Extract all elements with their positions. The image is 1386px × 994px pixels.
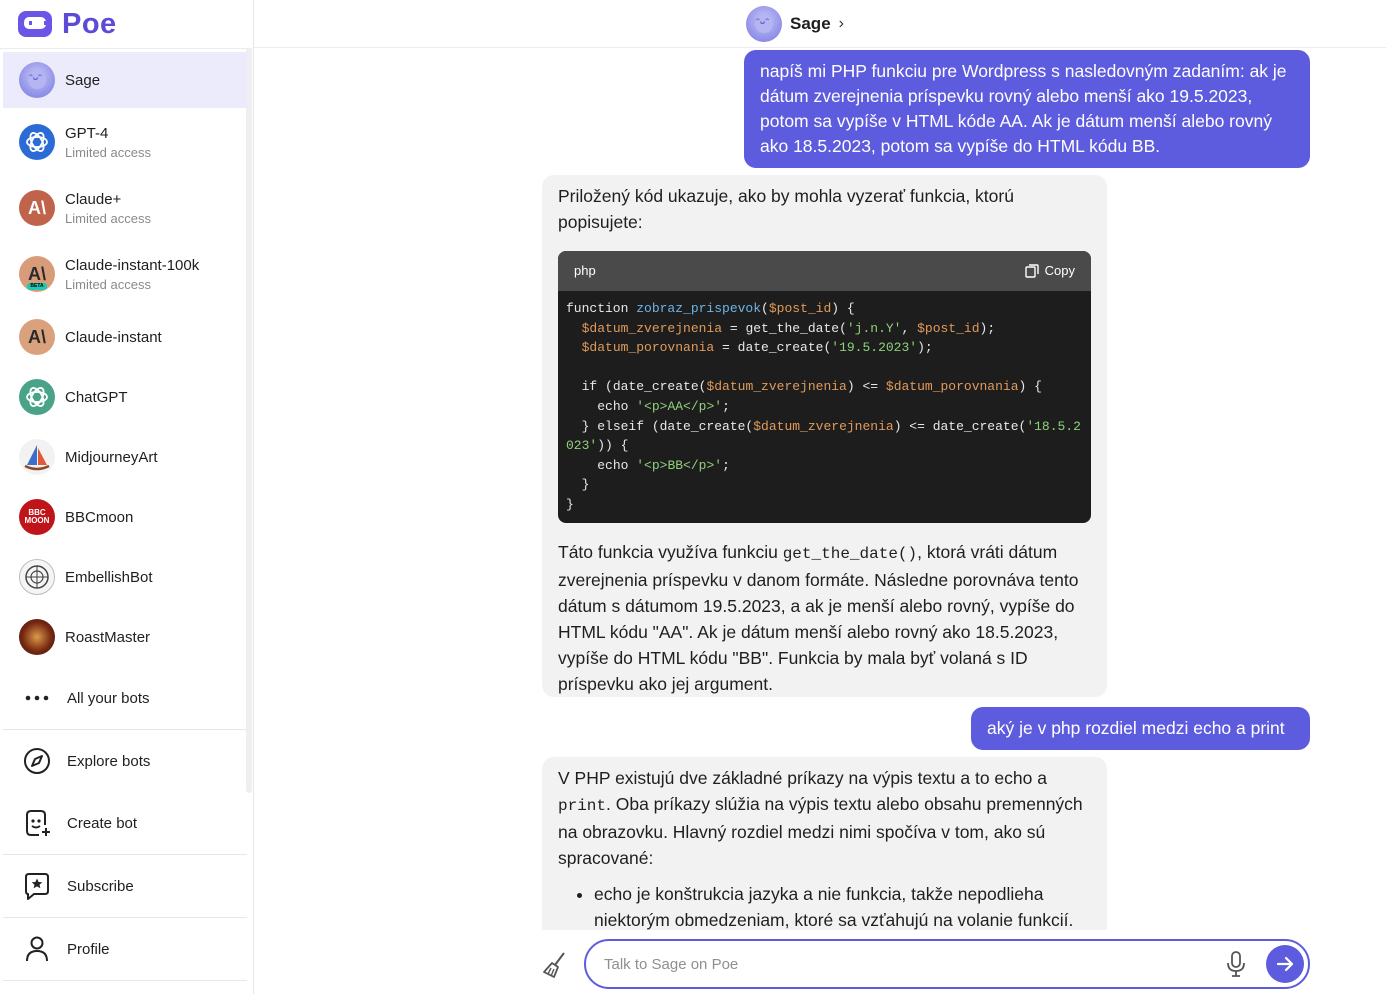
user-icon <box>21 933 53 965</box>
bot-name: GPT-4 <box>65 124 109 142</box>
copy-label: Copy <box>1044 263 1075 278</box>
bot-access-status: Limited access <box>65 210 151 226</box>
all-bots-label: All your bots <box>67 689 150 707</box>
sidebar-bot-chatgpt[interactable]: ChatGPT <box>3 368 247 426</box>
poe-logo-icon <box>18 11 52 37</box>
sidebar-bot-roastmaster[interactable]: RoastMaster <box>3 608 247 666</box>
user-message: napíš mi PHP funkciu pre Wordpress s nas… <box>744 50 1310 168</box>
subscribe-label: Subscribe <box>67 877 134 895</box>
sidebar-bot-bbcmoon[interactable]: BBC MOON BBCmoon <box>3 488 247 546</box>
bot-name: Claude+ <box>65 190 122 208</box>
explore-bots-link[interactable]: Explore bots <box>3 731 247 791</box>
roastmaster-avatar-icon <box>19 619 55 655</box>
divider <box>3 917 247 918</box>
microphone-icon[interactable] <box>1224 950 1248 978</box>
bbcmoon-avatar-icon: BBC MOON <box>19 499 55 535</box>
profile-link[interactable]: Profile <box>3 919 247 979</box>
message-composer <box>584 939 1310 989</box>
code-language: php <box>574 263 596 278</box>
claude-instant-100k-avatar-icon: A\ BETA <box>19 256 55 292</box>
bot-name: Sage <box>65 71 101 89</box>
message-text: Priložený kód ukazuje, ako by mohla vyze… <box>558 186 1014 232</box>
chatgpt-avatar-icon <box>19 379 55 415</box>
moon-logo-text: MOON <box>24 516 50 525</box>
profile-label: Profile <box>67 940 110 958</box>
bot-access-status: Limited access <box>65 144 151 160</box>
sidebar-bot-claude-instant-100k[interactable]: A\ BETA Claude-instant-100k Limited acce… <box>3 242 247 306</box>
all-your-bots-link[interactable]: All your bots <box>3 668 247 728</box>
sidebar-bot-claude-instant[interactable]: A\ Claude-instant <box>3 308 247 366</box>
star-chat-icon <box>21 870 53 902</box>
create-bot-label: Create bot <box>67 814 138 832</box>
sidebar-bot-sage[interactable]: Sage <box>3 52 247 108</box>
bot-name: EmbellishBot <box>65 568 153 586</box>
broom-icon <box>543 952 565 978</box>
divider <box>3 980 247 981</box>
bot-name: Claude-instant-100k <box>65 256 200 274</box>
bot-name: BBCmoon <box>65 508 134 526</box>
code-block-header: php Copy <box>558 251 1091 291</box>
divider <box>3 729 247 730</box>
bullet-list: echo je konštrukcia jazyka a nie funkcia… <box>558 881 1091 933</box>
midjourneyart-avatar-icon <box>19 439 55 475</box>
chat-title: Sage <box>790 13 831 33</box>
compass-icon <box>21 745 53 777</box>
code-block: php Copy function zobraz_prispevok($post… <box>558 251 1091 523</box>
arrow-right-icon <box>1276 956 1294 972</box>
logo-text: Poe <box>62 7 117 40</box>
message-text: aký je v php rozdiel medzi echo a print <box>987 718 1285 738</box>
bot-name: ChatGPT <box>65 388 128 406</box>
sidebar-bot-gpt4[interactable]: GPT-4 Limited access <box>3 110 247 174</box>
sidebar-bot-embellishbot[interactable]: EmbellishBot <box>3 548 247 606</box>
claude-plus-avatar-icon: A\ <box>19 190 55 226</box>
message-input[interactable] <box>604 944 1224 984</box>
divider <box>3 854 247 855</box>
claude-instant-avatar-icon: A\ <box>19 319 55 355</box>
gpt4-avatar-icon <box>19 124 55 160</box>
inline-code: get_the_date() <box>782 544 918 563</box>
code-content: function zobraz_prispevok($post_id) { $d… <box>566 301 1081 512</box>
list-item: echo je konštrukcia jazyka a nie funkcia… <box>594 881 1091 933</box>
more-dots-icon <box>21 682 53 714</box>
sidebar-bot-midjourneyart[interactable]: MidjourneyArt <box>3 428 247 486</box>
poe-logo[interactable]: Poe <box>18 4 117 44</box>
clear-context-button[interactable] <box>540 950 570 980</box>
sidebar-bot-claude-plus[interactable]: A\ Claude+ Limited access <box>3 176 247 240</box>
bot-access-status: Limited access <box>65 276 151 292</box>
divider <box>0 48 254 49</box>
create-bot-icon <box>21 807 53 839</box>
chat-header[interactable]: Sage › <box>254 0 1386 48</box>
create-bot-link[interactable]: Create bot <box>3 793 247 853</box>
user-message: aký je v php rozdiel medzi echo a print <box>971 707 1310 750</box>
sidebar: Poe Sage GPT-4 Limited access A\ Claude+… <box>0 0 254 994</box>
inline-code: print <box>558 797 607 815</box>
bot-name: MidjourneyArt <box>65 448 158 466</box>
claude-glyph: A\ <box>28 263 46 284</box>
chevron-right-icon: › <box>838 14 844 32</box>
message-text: Táto funkcia využíva funkciu get_the_dat… <box>558 541 1079 694</box>
copy-code-button[interactable]: Copy <box>1024 258 1075 284</box>
bot-message: V PHP existujú dve základné príkazy na v… <box>542 757 1107 957</box>
bot-name: RoastMaster <box>65 628 151 646</box>
sage-avatar-icon <box>746 5 783 42</box>
bot-message: Priložený kód ukazuje, ako by mohla vyze… <box>542 175 1107 697</box>
subscribe-link[interactable]: Subscribe <box>3 856 247 916</box>
embellishbot-avatar-icon <box>19 559 55 595</box>
message-text: napíš mi PHP funkciu pre Wordpress s nas… <box>760 61 1287 156</box>
bot-name: Claude-instant <box>65 328 162 346</box>
explore-bots-label: Explore bots <box>67 752 151 770</box>
message-text: V PHP existujú dve základné príkazy na v… <box>558 768 1083 868</box>
copy-icon <box>1024 264 1039 278</box>
beta-badge: BETA <box>27 283 47 290</box>
sage-avatar-icon <box>19 62 55 98</box>
send-button[interactable] <box>1266 945 1304 983</box>
